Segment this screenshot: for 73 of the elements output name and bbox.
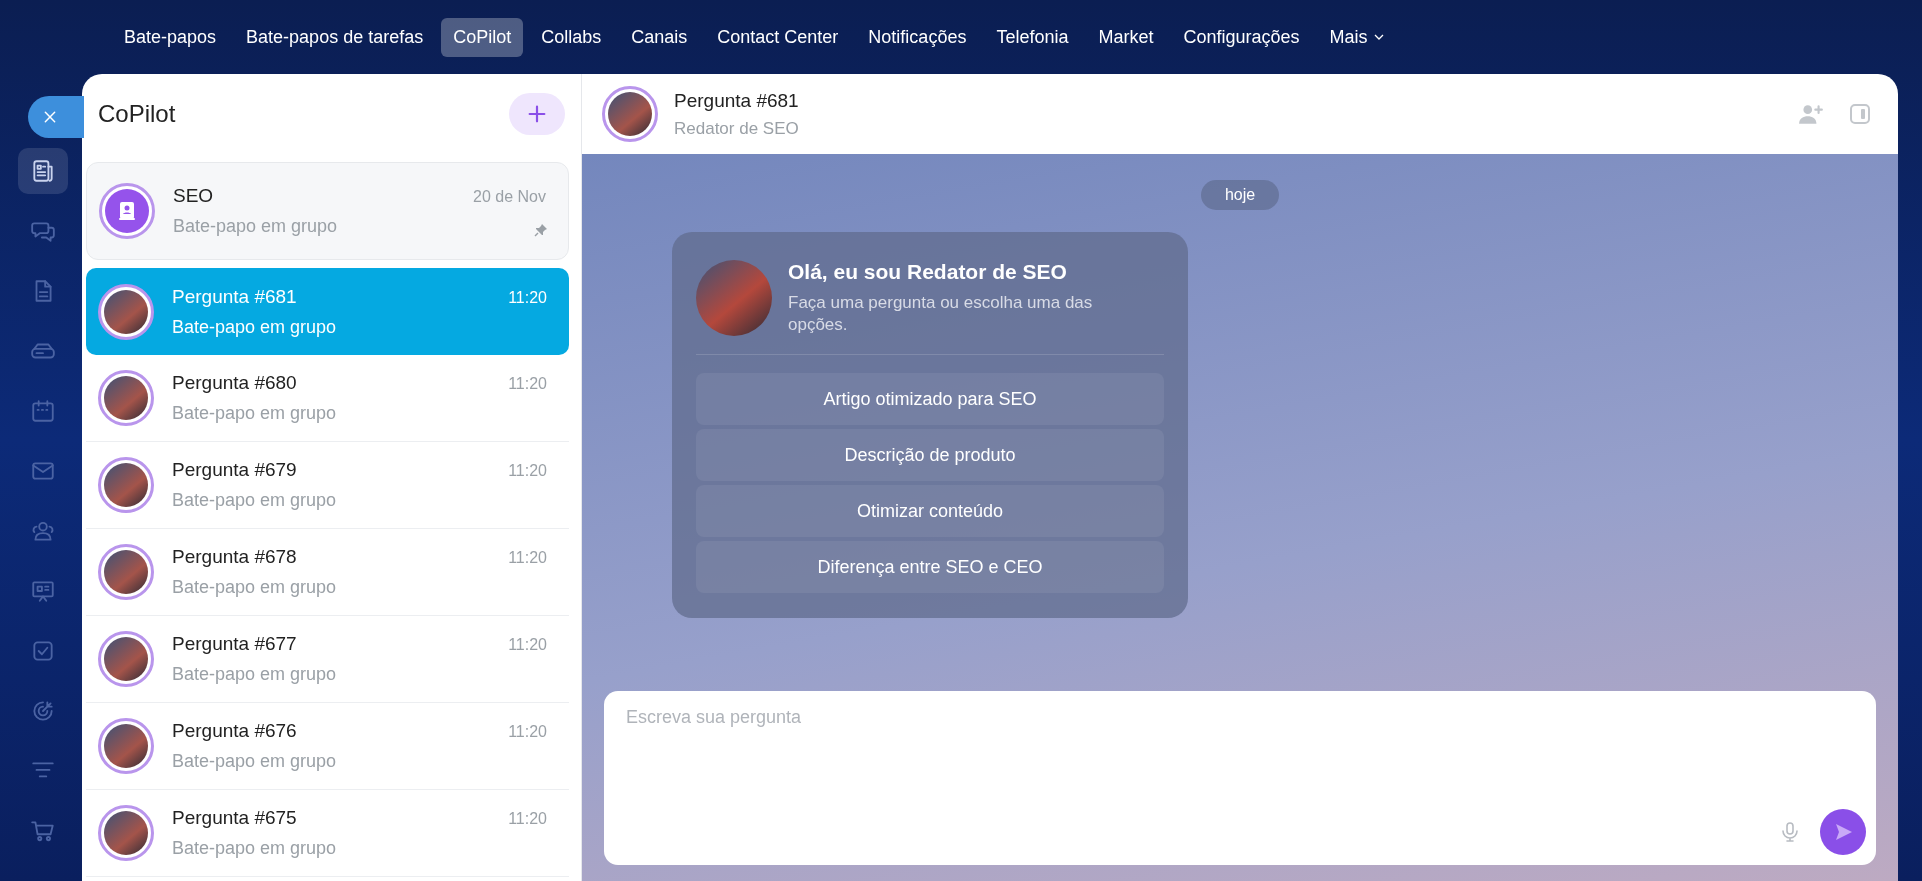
chat-list-item[interactable]: Pergunta #678 11:20 Bate-papo em grupo (86, 529, 569, 616)
chat-list-item[interactable]: Pergunta #679 11:20 Bate-papo em grupo (86, 442, 569, 529)
nav-tab[interactable]: Bate-papos (112, 17, 229, 57)
sidebar-newspaper-icon[interactable] (30, 158, 56, 184)
side-panel-icon[interactable] (1848, 102, 1872, 126)
calendar-icon[interactable] (30, 398, 56, 424)
chat-subtitle: Bate-papo em grupo (172, 403, 337, 424)
chat-time: 11:20 (508, 462, 547, 480)
chat-subtitle: Bate-papo em grupo (172, 577, 337, 598)
nav-tab[interactable]: Canais (619, 17, 700, 57)
pin-icon (534, 223, 548, 237)
photo-placeholder (104, 289, 148, 334)
option-button[interactable]: Artigo otimizado para SEO (696, 373, 1164, 426)
chat-subtitle: Bate-papo em grupo (172, 490, 337, 511)
chat-subtitle: Bate-papo em grupo (172, 316, 337, 338)
welcome-title: Olá, eu sou Redator de SEO (788, 260, 1068, 284)
close-button[interactable] (28, 96, 84, 138)
option-button[interactable]: Otimizar conteúdo (696, 485, 1164, 538)
chat-title: Pergunta #681 (674, 89, 800, 112)
photo-placeholder (104, 811, 148, 855)
nav-tab[interactable]: Market (1086, 17, 1166, 57)
option-button[interactable]: Descrição de produto (696, 429, 1164, 482)
nav-tab[interactable]: Mais (1317, 17, 1396, 57)
chat-time: 11:20 (508, 375, 547, 393)
plus-icon (526, 103, 548, 125)
chat-list-item[interactable]: Pergunta #675 11:20 Bate-papo em grupo (86, 790, 569, 877)
chat-name: Pergunta #677 (172, 633, 297, 655)
nav-tab[interactable]: Configurações (1171, 17, 1312, 57)
chat-name: SEO (173, 185, 214, 207)
chat-subtitle: Bate-papo em grupo (172, 664, 337, 685)
chat-time: 11:20 (508, 810, 547, 828)
add-button[interactable] (509, 93, 565, 135)
chat-list-item[interactable]: Pergunta #677 11:20 Bate-papo em grupo (86, 616, 569, 703)
chat-subtitle: Bate-papo em grupo (172, 751, 337, 772)
nav-tab[interactable]: Collabs (529, 17, 614, 57)
chat-time: 20 de Nov (473, 188, 546, 206)
close-icon (42, 109, 58, 125)
nav-tab[interactable]: Bate-papos de tarefas (234, 17, 436, 57)
panel-title: CoPilot (98, 100, 176, 128)
chat-name: Pergunta #675 (172, 807, 297, 829)
chat-time: 11:20 (508, 723, 547, 741)
chat-subtitle: Bate-papo em grupo (173, 216, 338, 237)
cart-icon[interactable] (30, 818, 56, 844)
chat-name: Pergunta #676 (172, 720, 297, 742)
chat-time: 11:20 (508, 288, 547, 307)
chat-list-item[interactable]: Pergunta #676 11:20 Bate-papo em grupo (86, 703, 569, 790)
chat-name: Pergunta #681 (172, 285, 297, 308)
chat-list-item[interactable]: SEO 20 de Nov Bate-papo em grupo (86, 162, 569, 260)
chat-subtitle: Redator de SEO (674, 118, 800, 139)
welcome-text: Faça uma pergunta ou escolha uma das opções. (788, 292, 1094, 337)
presentation-board-icon[interactable] (30, 578, 56, 604)
nav-tab[interactable]: CoPilot (441, 17, 524, 57)
chat-name: Pergunta #679 (172, 459, 297, 481)
send-button[interactable] (1820, 809, 1866, 855)
message-input[interactable]: Escreva sua pergunta (604, 691, 1876, 865)
checkbox-icon[interactable] (30, 638, 56, 664)
chat-list-item[interactable]: Pergunta #680 11:20 Bate-papo em grupo (86, 355, 569, 442)
photo-placeholder (104, 637, 148, 681)
chat-name: Pergunta #678 (172, 546, 297, 568)
chat-name: Pergunta #680 (172, 372, 297, 394)
chat-time: 11:20 (508, 636, 547, 654)
chat-time: 11:20 (508, 549, 547, 567)
date-divider: hoje (1200, 180, 1280, 210)
nav-tab[interactable]: Contact Center (705, 17, 851, 57)
nav-tab[interactable]: Telefonia (984, 17, 1081, 57)
chat-subtitle: Bate-papo em grupo (172, 838, 337, 859)
nav-tab[interactable]: Notificações (856, 17, 979, 57)
photo-placeholder (104, 550, 148, 594)
photo-placeholder (104, 376, 148, 420)
photo-placeholder (608, 92, 652, 136)
photo-placeholder (104, 463, 148, 507)
photo-placeholder (104, 724, 148, 768)
option-button[interactable]: Diferença entre SEO e CEO (696, 541, 1164, 594)
